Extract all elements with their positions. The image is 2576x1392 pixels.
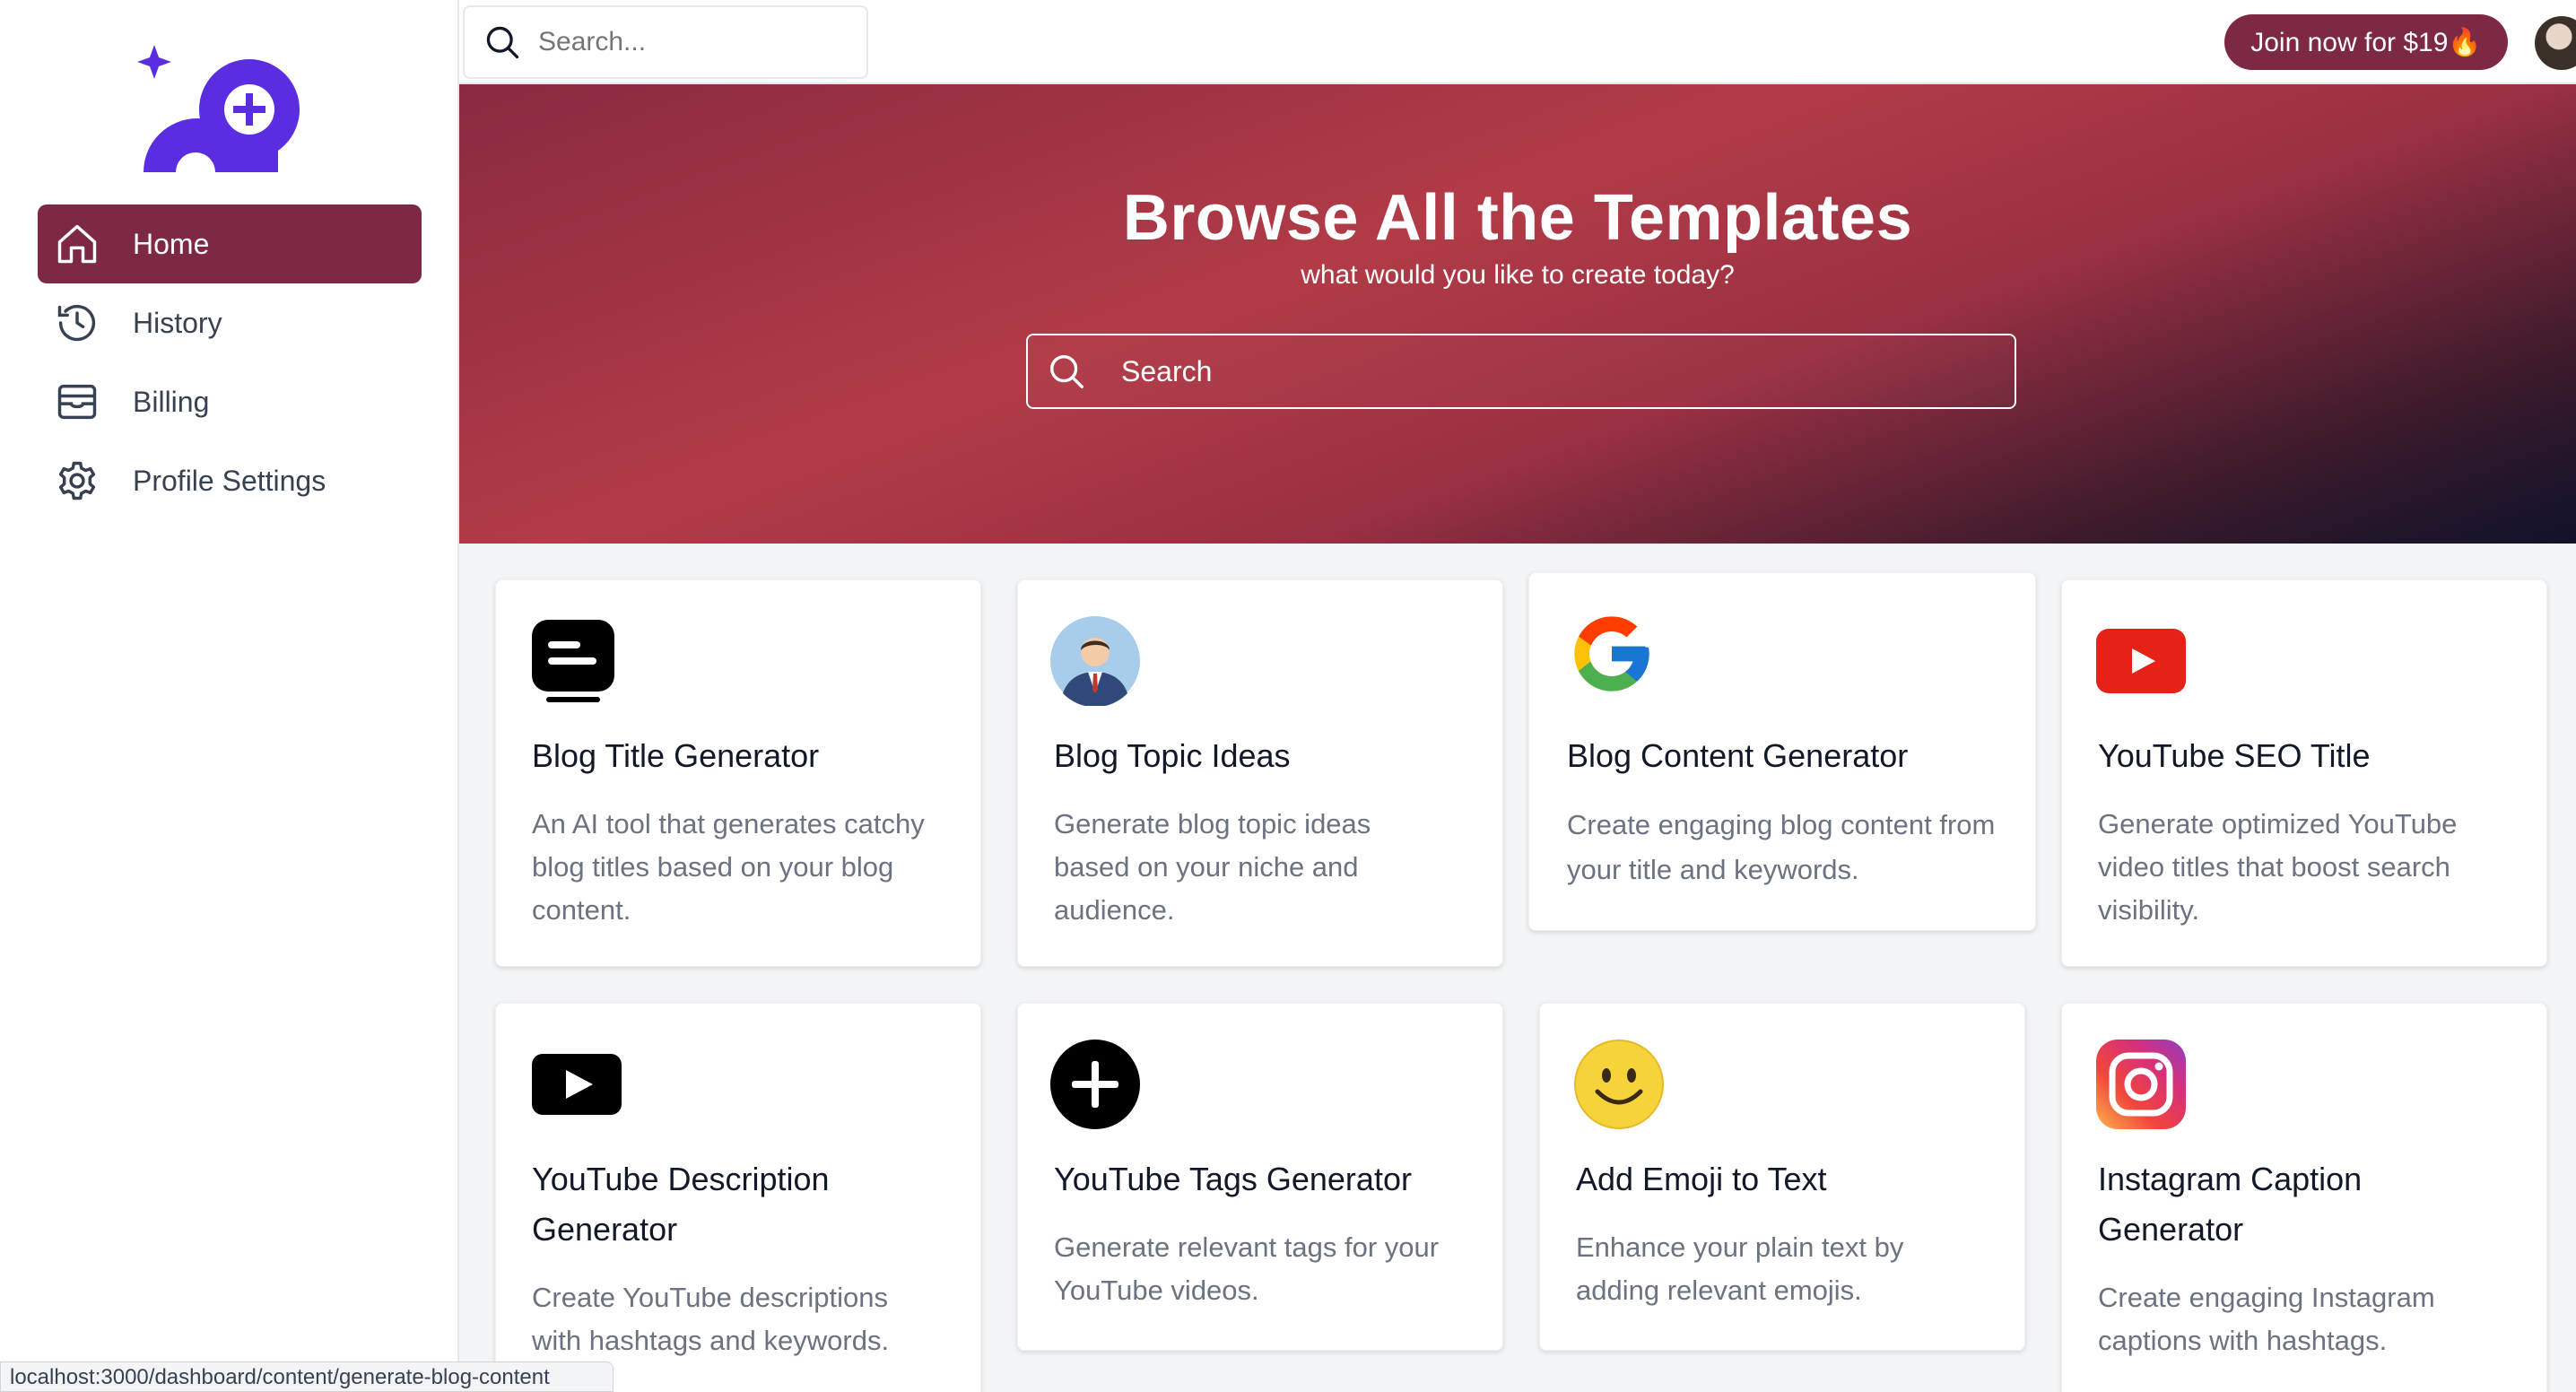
search-icon	[1046, 351, 1087, 392]
youtube-black-icon	[532, 1040, 622, 1129]
status-bar-url: localhost:3000/dashboard/content/generat…	[0, 1362, 614, 1392]
card-description: Create engaging blog content from your t…	[1567, 809, 1996, 885]
sidebar-item-label: Profile Settings	[133, 464, 326, 497]
user-avatar[interactable]	[2535, 16, 2576, 70]
sidebar-item-billing[interactable]: Billing	[38, 362, 422, 441]
plus-circle-icon	[1050, 1040, 1140, 1129]
hero-banner: Browse All the Templates what would you …	[459, 84, 2576, 544]
template-card-youtube-description[interactable]: YouTube Description Generator Create You…	[495, 1003, 981, 1392]
template-card-blog-title[interactable]: Blog Title Generator An AI tool that gen…	[495, 579, 981, 967]
card-description: Generate blog topic ideas based on your …	[1054, 808, 1371, 926]
card-title: YouTube SEO Title	[2098, 737, 2371, 774]
sidebar-item-label: History	[133, 306, 222, 339]
template-card-blog-topic[interactable]: Blog Topic Ideas Generate blog topic ide…	[1017, 579, 1503, 967]
sidebar-item-label: Billing	[133, 385, 210, 418]
card-description: Enhance your plain text by adding releva…	[1576, 1231, 1904, 1306]
gear-icon	[54, 457, 100, 504]
card-title: Blog Topic Ideas	[1054, 737, 1291, 774]
billing-icon	[54, 378, 100, 425]
top-search-box[interactable]	[463, 5, 868, 79]
app-root: Home History Billing Profile Settings Se…	[0, 0, 2576, 1392]
app-logo-icon[interactable]	[135, 38, 323, 172]
sidebar-item-label: Home	[133, 227, 210, 260]
sidebar-item-history[interactable]: History	[38, 283, 422, 362]
card-description: Generate optimized YouTube video titles …	[2098, 808, 2458, 926]
template-card-youtube-seo[interactable]: YouTube SEO Title Generate optimized You…	[2061, 579, 2547, 967]
top-search-input[interactable]	[538, 27, 843, 57]
card-title: Blog Content Generator	[1567, 737, 1909, 774]
template-card-blog-content[interactable]: Blog Content Generator Create engaging b…	[1528, 572, 2036, 931]
card-description: Create engaging Instagram captions with …	[2098, 1282, 2435, 1356]
home-icon	[54, 221, 100, 267]
sidebar-item-profile-settings[interactable]: Profile Settings	[38, 441, 422, 520]
templates-grid: Blog Title Generator An AI tool that gen…	[459, 544, 2576, 1392]
sidebar: Home History Billing Profile Settings	[0, 0, 459, 1392]
card-title: YouTube Description Generator	[532, 1161, 830, 1248]
hero-title: Browse All the Templates	[1122, 182, 1913, 254]
top-bar: Join now for $19🔥	[459, 0, 2576, 84]
template-card-add-emoji[interactable]: Add Emoji to Text Enhance your plain tex…	[1539, 1003, 2025, 1351]
blog-title-icon	[528, 616, 618, 706]
template-card-youtube-tags[interactable]: YouTube Tags Generator Generate relevant…	[1017, 1003, 1503, 1351]
hero-subtitle: what would you like to create today?	[1301, 260, 1735, 290]
join-now-button[interactable]: Join now for $19🔥	[2224, 14, 2508, 70]
google-icon	[1567, 609, 1657, 699]
instagram-icon	[2096, 1040, 2186, 1129]
smiley-icon	[1574, 1040, 1664, 1129]
template-search-input[interactable]	[1121, 354, 1982, 388]
sidebar-item-home[interactable]: Home	[38, 204, 422, 283]
template-card-instagram-caption[interactable]: Instagram Caption Generator Create engag…	[2061, 1003, 2547, 1392]
card-title: Add Emoji to Text	[1576, 1161, 1827, 1197]
person-avatar-icon	[1050, 616, 1140, 706]
card-description: Create YouTube descriptions with hashtag…	[532, 1282, 890, 1356]
history-icon	[54, 300, 100, 346]
search-icon	[483, 22, 522, 62]
card-description: An AI tool that generates catchy blog ti…	[532, 808, 925, 926]
card-title: YouTube Tags Generator	[1054, 1161, 1412, 1197]
youtube-red-icon	[2096, 616, 2186, 706]
card-description: Generate relevant tags for your YouTube …	[1054, 1231, 1440, 1306]
card-title: Instagram Caption Generator	[2098, 1161, 2363, 1248]
template-search-box[interactable]	[1026, 334, 2016, 409]
card-title: Blog Title Generator	[532, 737, 820, 774]
